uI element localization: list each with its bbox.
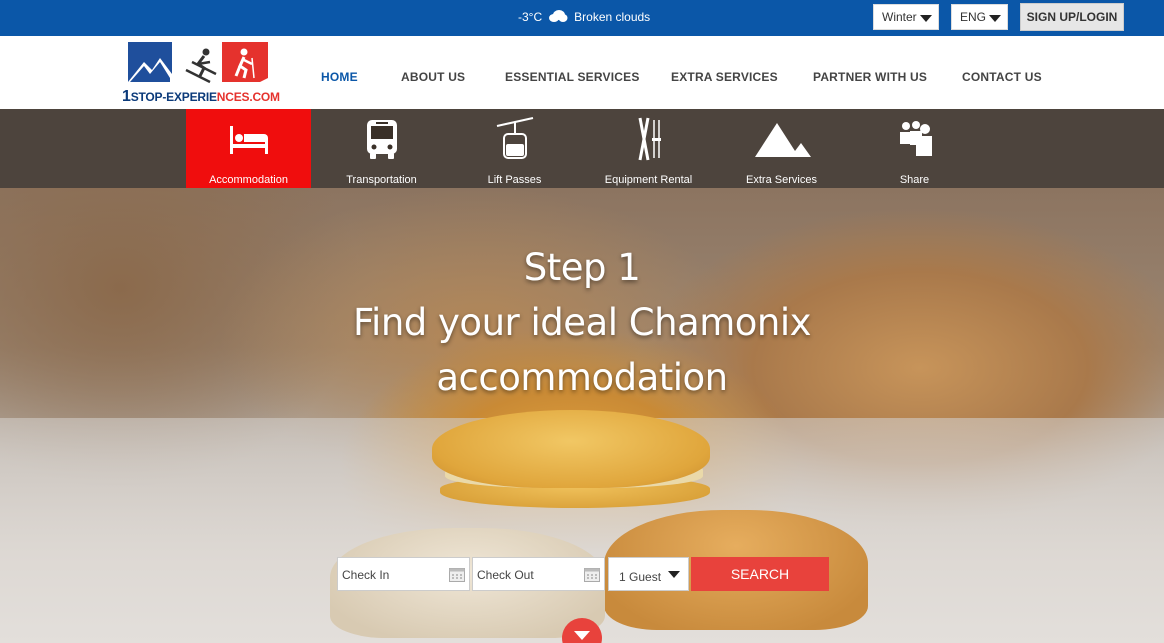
chevron-down-icon [574, 631, 590, 640]
service-bar: Accommodation Transportation Lift Passes… [0, 109, 1164, 188]
service-tab-extra-services[interactable]: Extra Services [719, 109, 844, 188]
bus-icon [319, 117, 444, 161]
service-label: Equipment Rental [604, 174, 693, 186]
season-value: Winter [882, 10, 917, 24]
nav-about-us[interactable]: ABOUT US [401, 70, 465, 84]
calendar-icon [449, 566, 465, 585]
guests-value: 1 Guest [619, 570, 662, 584]
service-label: Extra Services [746, 174, 817, 186]
service-label: Transportation [346, 174, 417, 186]
site-header: 1STOP-EXPERIENCES.COM HOME ABOUT US ESSE… [0, 36, 1164, 109]
signup-login-button[interactable]: SIGN UP/LOGIN [1020, 3, 1124, 31]
service-tab-accommodation[interactable]: Accommodation [186, 109, 311, 188]
check-in-field[interactable]: Check In [337, 557, 470, 591]
service-tab-lift-passes[interactable]: Lift Passes [452, 109, 577, 188]
service-label: Accommodation [209, 174, 288, 186]
logo-wordmark: 1STOP-EXPERIENCES.COM [122, 88, 280, 105]
guests-select[interactable]: 1 Guest [608, 557, 689, 591]
calendar-icon [584, 566, 600, 585]
top-bar: -3°C Broken clouds Winter ENG SIGN UP/LO… [0, 0, 1164, 36]
service-tab-equipment-rental[interactable]: Equipment Rental [586, 109, 711, 188]
chevron-down-icon [668, 571, 680, 578]
season-select[interactable]: Winter [873, 4, 939, 30]
service-tab-share[interactable]: Share [852, 109, 977, 188]
hero-heading-line: Find your ideal Chamonix [352, 301, 812, 344]
logo-graphic [128, 42, 268, 84]
nav-contact-us[interactable]: CONTACT US [962, 70, 1042, 84]
service-label: Lift Passes [487, 174, 542, 186]
check-out-placeholder: Check Out [477, 568, 534, 582]
service-tab-transportation[interactable]: Transportation [319, 109, 444, 188]
hero-heading-line: accommodation [436, 356, 728, 399]
nav-essential-services[interactable]: ESSENTIAL SERVICES [505, 70, 640, 84]
people-icon [852, 117, 977, 161]
hero-image-macaron [432, 410, 710, 488]
mountain-icon [719, 117, 844, 161]
temperature: -3°C [518, 10, 543, 24]
check-in-placeholder: Check In [342, 568, 390, 582]
hero-step-heading: Step 1 [523, 246, 641, 289]
weather-widget: -3°C Broken clouds [518, 10, 650, 24]
search-button[interactable]: SEARCH [691, 557, 829, 591]
check-out-field[interactable]: Check Out [472, 557, 605, 591]
cloud-icon [548, 10, 568, 23]
hero-section: Step 1 Find your ideal Chamonix accommod… [0, 188, 1164, 643]
chevron-down-icon [989, 15, 1001, 22]
nav-partner-with-us[interactable]: PARTNER WITH US [813, 70, 927, 84]
skis-icon [586, 117, 711, 161]
language-value: ENG [960, 10, 987, 24]
service-label: Share [899, 174, 930, 186]
bed-icon [186, 117, 311, 161]
weather-description: Broken clouds [574, 10, 651, 24]
cable-car-icon [452, 117, 577, 161]
language-select[interactable]: ENG [951, 4, 1008, 30]
nav-extra-services[interactable]: EXTRA SERVICES [671, 70, 778, 84]
nav-home[interactable]: HOME [321, 70, 358, 84]
chevron-down-icon [920, 15, 932, 22]
